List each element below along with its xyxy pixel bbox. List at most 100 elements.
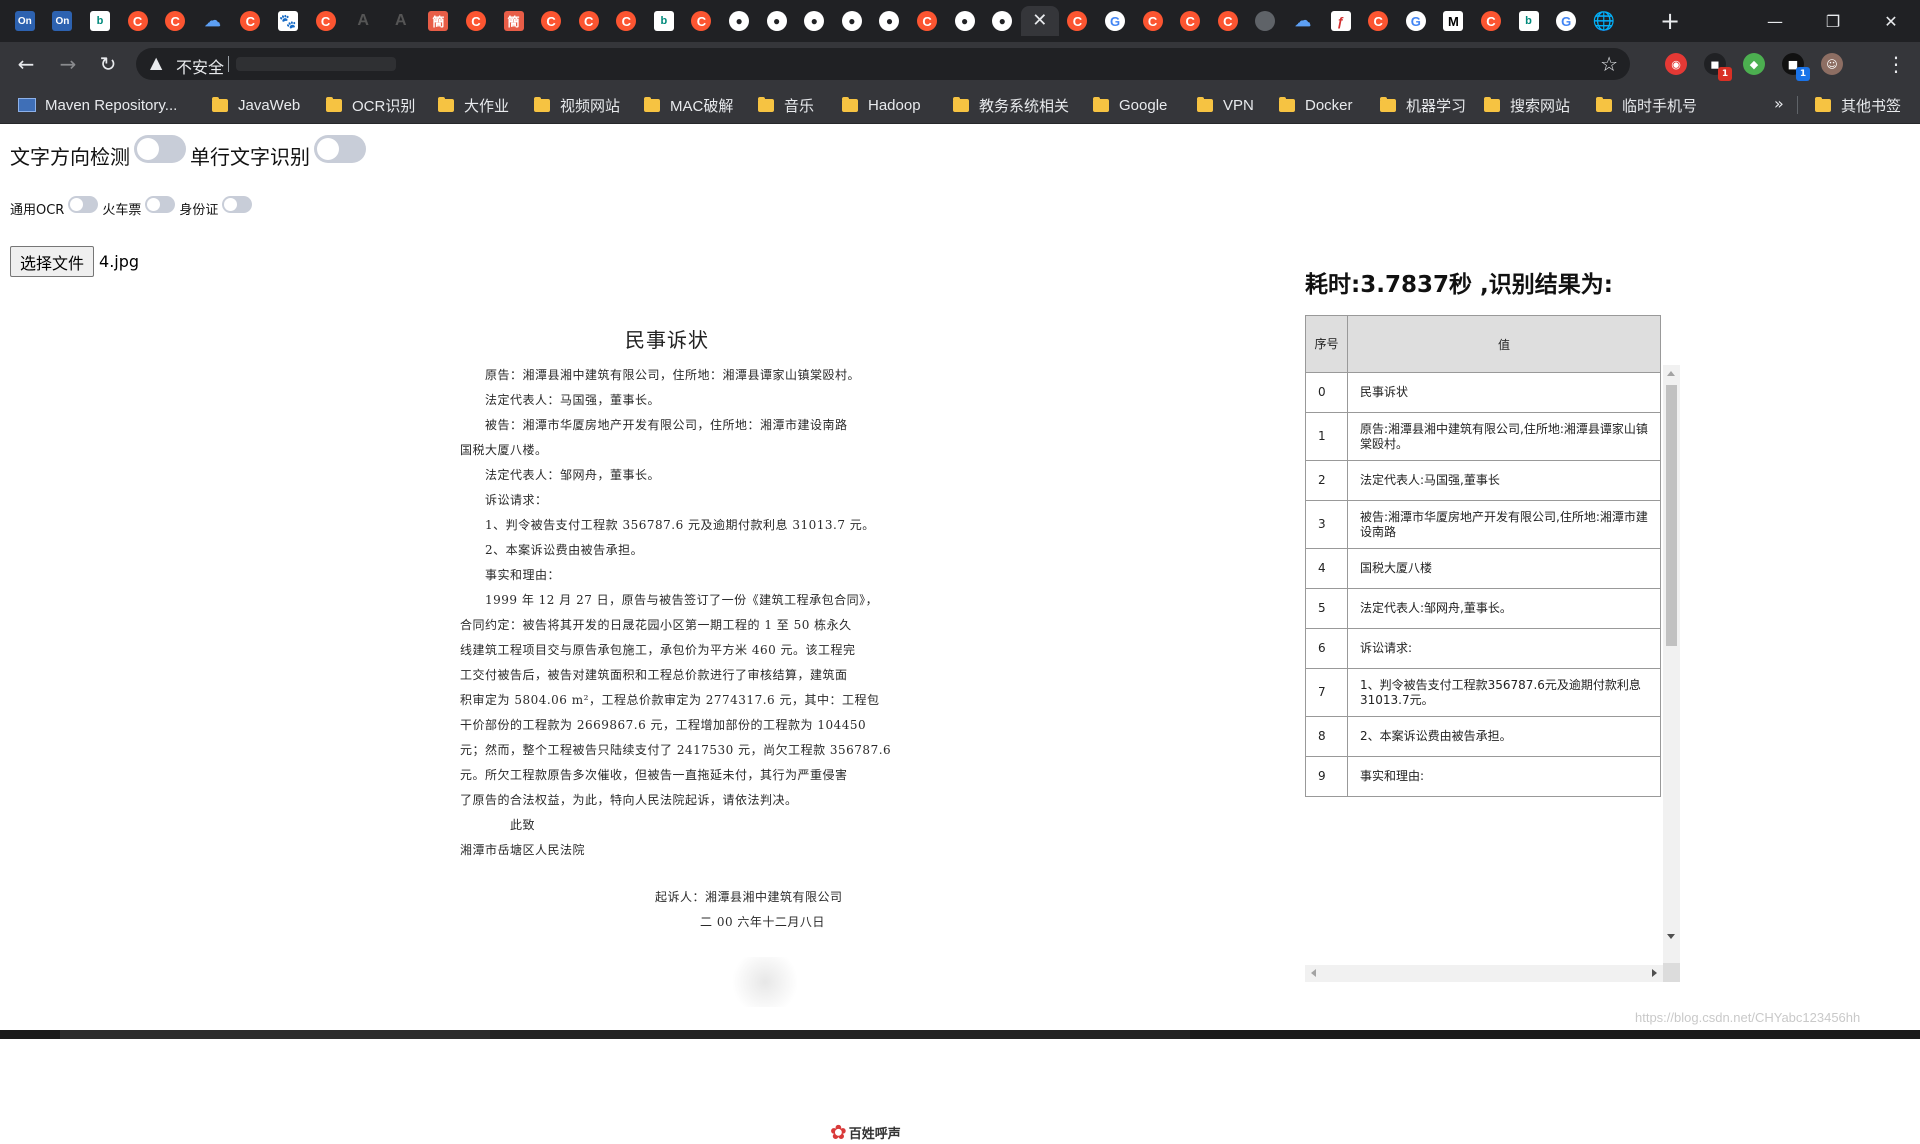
browser-tab[interactable]: b bbox=[81, 6, 119, 36]
bookmark-item[interactable]: 教务系统相关 bbox=[953, 95, 1069, 115]
browser-tab[interactable]: 簡 bbox=[495, 6, 533, 36]
bookmarks-overflow-icon[interactable]: » bbox=[1774, 94, 1784, 113]
browser-tab[interactable]: ● bbox=[720, 6, 758, 36]
browser-tab[interactable]: ☁ bbox=[194, 6, 232, 36]
bookmark-item[interactable]: 临时手机号 bbox=[1596, 95, 1697, 115]
browser-tab[interactable]: ƒ bbox=[1322, 6, 1360, 36]
browser-tab[interactable]: C bbox=[532, 6, 570, 36]
bookmark-item[interactable]: 音乐 bbox=[758, 95, 814, 115]
color-extension-icon[interactable]: ◆ bbox=[1743, 53, 1765, 75]
browser-tab[interactable]: C bbox=[232, 6, 270, 36]
browser-tab[interactable]: C bbox=[570, 6, 608, 36]
browser-tab[interactable]: ● bbox=[795, 6, 833, 36]
security-status[interactable]: 不安全 bbox=[176, 54, 224, 78]
forward-button[interactable]: → bbox=[54, 50, 82, 78]
direction-detect-toggle[interactable] bbox=[134, 135, 186, 163]
browser-tab[interactable]: b bbox=[645, 6, 683, 36]
taskbar-item[interactable] bbox=[60, 1030, 490, 1039]
bookmark-item[interactable]: 大作业 bbox=[438, 95, 509, 115]
minimize-button[interactable]: — bbox=[1746, 0, 1804, 42]
menu-icon[interactable]: ⋮ bbox=[1882, 50, 1910, 78]
tab-active[interactable]: ✕ bbox=[1021, 6, 1059, 36]
browser-tab[interactable]: 簡 bbox=[420, 6, 458, 36]
browser-tab[interactable]: C bbox=[1171, 6, 1209, 36]
browser-tab[interactable]: C bbox=[908, 6, 946, 36]
vertical-scrollbar[interactable] bbox=[1663, 365, 1680, 963]
bookmark-item[interactable]: OCR识别 bbox=[326, 95, 415, 115]
general-ocr-toggle[interactable] bbox=[68, 195, 99, 213]
row-value: 1、判令被告支付工程款356787.6元及逾期付款利息31013.7元。 bbox=[1347, 668, 1661, 717]
csdn-icon: C bbox=[240, 11, 261, 31]
document-line: 国税大厦八楼。 bbox=[460, 443, 548, 457]
horizontal-scrollbar[interactable] bbox=[1305, 965, 1663, 982]
browser-tab[interactable] bbox=[1247, 6, 1285, 36]
browser-tab[interactable]: C bbox=[683, 6, 721, 36]
browser-tab[interactable]: ● bbox=[983, 6, 1021, 36]
scroll-right-arrow[interactable] bbox=[1652, 969, 1657, 977]
bookmark-item[interactable]: 视频网站 bbox=[534, 95, 620, 115]
table-row: 4 国税大厦八楼 bbox=[1305, 548, 1661, 589]
adblock-extension-icon[interactable]: ◉ bbox=[1665, 53, 1687, 75]
profile-avatar[interactable]: ☺ bbox=[1821, 53, 1843, 75]
maximize-button[interactable]: ❐ bbox=[1804, 0, 1862, 42]
browser-tab[interactable]: M bbox=[1435, 6, 1473, 36]
bookmark-item[interactable]: 机器学习 bbox=[1380, 95, 1466, 115]
bookmark-item[interactable]: Google bbox=[1093, 95, 1167, 115]
scroll-thumb[interactable] bbox=[1666, 385, 1677, 646]
row-value: 诉讼请求: bbox=[1347, 628, 1661, 669]
github-icon: ● bbox=[992, 11, 1013, 31]
back-button[interactable]: ← bbox=[12, 50, 40, 78]
browser-tab[interactable]: b bbox=[1510, 6, 1548, 36]
address-bar[interactable]: ▲ 不安全 ☆ bbox=[136, 48, 1630, 80]
bookmark-item[interactable]: JavaWeb bbox=[212, 95, 300, 115]
bookmark-item[interactable]: Maven Repository... bbox=[18, 95, 177, 115]
bookmark-item[interactable]: Hadoop bbox=[842, 95, 921, 115]
browser-tab[interactable]: C bbox=[1134, 6, 1172, 36]
bookmark-star-icon[interactable]: ☆ bbox=[1600, 52, 1618, 76]
id-card-toggle[interactable] bbox=[222, 195, 253, 213]
browser-tab[interactable]: C bbox=[1059, 6, 1097, 36]
single-line-toggle[interactable] bbox=[314, 135, 366, 163]
bookmark-other[interactable]: 其他书签 bbox=[1815, 95, 1901, 115]
bookmark-item[interactable]: VPN bbox=[1197, 95, 1254, 115]
browser-tab[interactable]: G bbox=[1397, 6, 1435, 36]
scroll-left-arrow[interactable] bbox=[1311, 969, 1316, 977]
reload-button[interactable]: ↻ bbox=[94, 50, 122, 78]
close-icon[interactable]: ✕ bbox=[1032, 12, 1047, 30]
browser-tab[interactable]: On bbox=[6, 6, 44, 36]
browser-tab[interactable]: C bbox=[119, 6, 157, 36]
browser-tab[interactable]: A bbox=[344, 6, 382, 36]
cube-extension-icon[interactable]: ■ 1 bbox=[1782, 53, 1810, 81]
result-table-container[interactable]: 序号 值 0 民事诉状 1 原告:湘潭县湘中建筑有限公司,住所地:湘潭县谭家山镇棠殴村… bbox=[1305, 315, 1663, 825]
browser-tab[interactable]: A bbox=[382, 6, 420, 36]
warning-icon[interactable]: ▲ bbox=[150, 53, 162, 72]
browser-tab[interactable]: C bbox=[307, 6, 345, 36]
browser-tab[interactable]: C bbox=[457, 6, 495, 36]
taskbar-item[interactable] bbox=[490, 1030, 1190, 1039]
bookmark-item[interactable]: Docker bbox=[1279, 95, 1353, 115]
browser-tab[interactable]: ● bbox=[871, 6, 909, 36]
browser-tab[interactable]: On bbox=[44, 6, 82, 36]
browser-tab[interactable]: ☁ bbox=[1284, 6, 1322, 36]
browser-tab[interactable]: C bbox=[1472, 6, 1510, 36]
browser-tab[interactable]: C bbox=[608, 6, 646, 36]
browser-tab[interactable]: 🌐 bbox=[1585, 6, 1623, 36]
choose-file-button[interactable]: 选择文件 bbox=[10, 246, 95, 277]
browser-tab[interactable]: G bbox=[1547, 6, 1585, 36]
browser-tab[interactable]: G bbox=[1096, 6, 1134, 36]
browser-tab[interactable]: C bbox=[156, 6, 194, 36]
bookmark-item[interactable]: MAC破解 bbox=[644, 95, 733, 115]
scroll-up-arrow[interactable] bbox=[1667, 371, 1675, 376]
message-extension-icon[interactable]: ◼ 1 bbox=[1704, 53, 1732, 81]
browser-tab[interactable]: C bbox=[1359, 6, 1397, 36]
bookmark-item[interactable]: 搜索网站 bbox=[1484, 95, 1570, 115]
new-tab-button[interactable]: + bbox=[1655, 6, 1685, 36]
browser-tab[interactable]: ● bbox=[946, 6, 984, 36]
browser-tab[interactable]: ● bbox=[758, 6, 796, 36]
browser-tab[interactable]: C bbox=[1209, 6, 1247, 36]
browser-tab[interactable]: 🐾 bbox=[269, 6, 307, 36]
scroll-down-arrow[interactable] bbox=[1667, 934, 1675, 939]
browser-tab[interactable]: ● bbox=[833, 6, 871, 36]
train-ticket-toggle[interactable] bbox=[145, 195, 176, 213]
window-close-button[interactable]: ✕ bbox=[1862, 0, 1920, 42]
